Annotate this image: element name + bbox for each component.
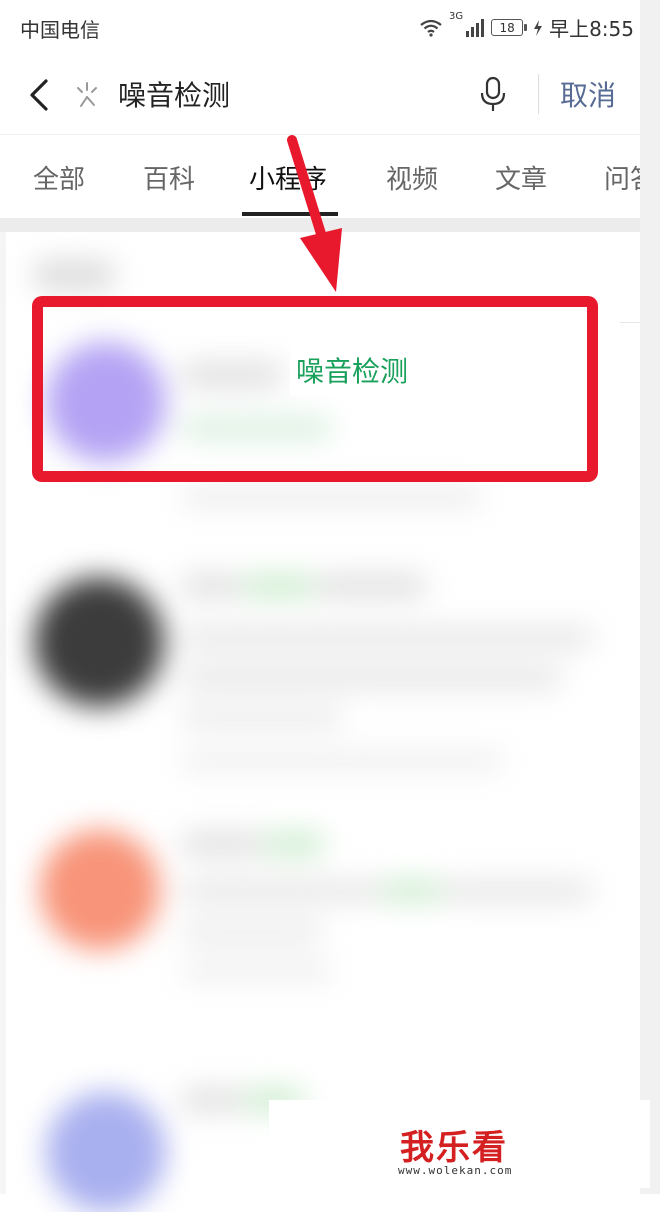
charging-icon: [534, 19, 543, 36]
highlight-box: [32, 296, 598, 482]
arrow-annotation-icon: [287, 135, 342, 292]
avatar: [40, 830, 160, 950]
tab-article[interactable]: 文章: [495, 159, 547, 196]
status-indicators: 3G 18 早上8:55: [419, 11, 634, 42]
back-arrow-icon[interactable]: [22, 75, 56, 115]
divider: [538, 74, 539, 114]
battery-level: 18: [491, 19, 524, 36]
status-time: 早上8:55: [549, 17, 634, 41]
battery-icon: 18: [491, 19, 528, 36]
screen-edge: [640, 0, 660, 1194]
tab-video[interactable]: 视频: [386, 159, 438, 196]
carrier-name: 中国电信: [20, 18, 100, 42]
watermark-title: 我乐看: [400, 1128, 508, 1168]
tab-encyclopedia[interactable]: 百科: [143, 159, 195, 196]
status-bar: 中国电信 3G 18 早上8:55: [0, 0, 660, 56]
microphone-icon[interactable]: [478, 76, 508, 114]
cancel-button[interactable]: 取消: [560, 74, 616, 114]
tab-qa[interactable]: 问答: [604, 159, 640, 196]
search-input[interactable]: 噪音检测: [118, 74, 230, 114]
signal-icon: [466, 18, 485, 37]
avatar: [34, 577, 164, 707]
loading-spinner-icon: [77, 82, 97, 107]
tab-all[interactable]: 全部: [33, 159, 85, 196]
search-bar: 噪音检测 取消: [0, 56, 660, 134]
network-type: 3G: [448, 11, 464, 22]
watermark-url: www.wolekan.com: [398, 1164, 513, 1177]
avatar: [46, 1092, 166, 1212]
wifi-icon: [420, 19, 442, 37]
